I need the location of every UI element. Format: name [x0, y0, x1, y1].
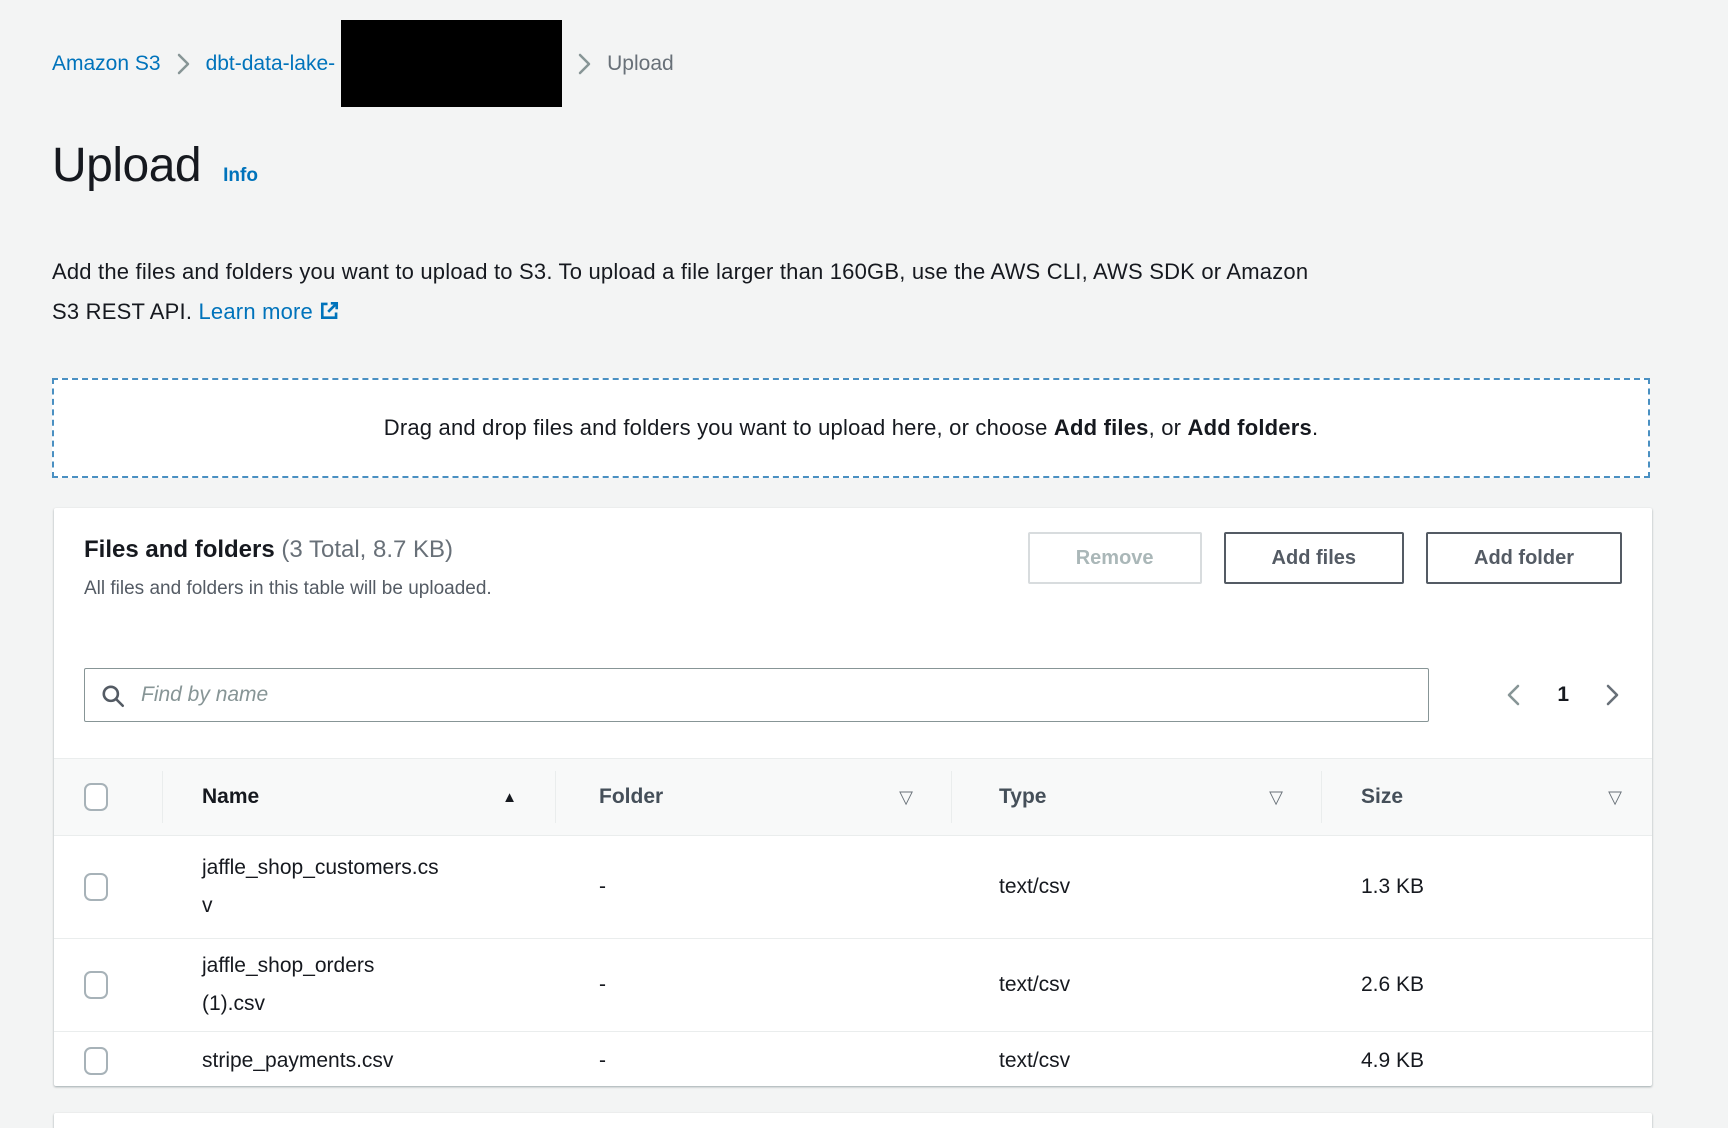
pagination-current-page[interactable]: 1	[1557, 683, 1569, 707]
column-header-type[interactable]: Type ▽	[951, 759, 1321, 835]
files-and-folders-panel: Files and folders (3 Total, 8.7 KB) All …	[54, 508, 1652, 1086]
learn-more-link[interactable]: Learn more	[198, 299, 340, 324]
external-link-icon	[319, 300, 340, 321]
next-panel-edge	[54, 1113, 1652, 1128]
column-header-name[interactable]: Name ▲	[162, 759, 555, 835]
panel-count: (3 Total, 8.7 KB)	[281, 536, 453, 563]
select-all-checkbox[interactable]	[84, 783, 108, 811]
sortable-icon: ▽	[1269, 787, 1283, 808]
file-name: jaffle_shop_orders (1).csv	[202, 947, 442, 1023]
panel-header: Files and folders (3 Total, 8.7 KB) All …	[54, 508, 1652, 600]
chevron-right-icon	[177, 53, 190, 75]
column-header-folder[interactable]: Folder ▽	[555, 759, 951, 835]
row-checkbox[interactable]	[84, 873, 108, 901]
pagination: 1	[1506, 668, 1620, 722]
learn-more-label: Learn more	[198, 299, 313, 324]
breadcrumb-bucket-link[interactable]: dbt-data-lake-	[206, 52, 336, 76]
file-folder: -	[555, 1049, 951, 1073]
row-checkbox[interactable]	[84, 1047, 108, 1075]
breadcrumb-amazon-s3-link[interactable]: Amazon S3	[52, 52, 161, 76]
info-link[interactable]: Info	[223, 165, 258, 187]
file-size: 1.3 KB	[1321, 875, 1652, 899]
breadcrumb: Amazon S3 dbt-data-lake- Upload	[52, 20, 674, 107]
search-input[interactable]	[84, 668, 1429, 722]
pagination-next-button[interactable]	[1605, 683, 1620, 707]
sortable-icon: ▽	[1608, 787, 1622, 808]
description-line1: Add the files and folders you want to up…	[52, 259, 1308, 284]
chevron-left-icon	[1506, 683, 1521, 707]
file-folder: -	[555, 973, 951, 997]
file-name: stripe_payments.csv	[202, 1042, 442, 1080]
remove-button[interactable]: Remove	[1028, 532, 1202, 584]
panel-toolbar: Remove Add files Add folder	[1028, 532, 1622, 584]
chevron-right-icon	[578, 53, 591, 75]
column-label: Name	[202, 785, 259, 809]
file-size: 4.9 KB	[1321, 1049, 1652, 1073]
file-type: text/csv	[951, 973, 1321, 997]
column-label: Folder	[599, 785, 663, 809]
page-title: Upload	[52, 138, 201, 193]
chevron-right-icon	[1605, 683, 1620, 707]
page-description: Add the files and folders you want to up…	[52, 252, 1308, 332]
pagination-prev-button[interactable]	[1506, 683, 1521, 707]
file-name: jaffle_shop_customers.csv	[202, 849, 442, 925]
select-all-cell	[54, 759, 162, 835]
file-type: text/csv	[951, 875, 1321, 899]
column-label: Size	[1361, 785, 1403, 809]
description-line2-prefix: S3 REST API.	[52, 299, 198, 324]
page-title-row: Upload Info	[52, 138, 258, 193]
sort-ascending-icon: ▲	[502, 789, 517, 806]
files-table: Name ▲ Folder ▽ Type ▽ Size ▽ jaffle_shop_cu…	[54, 758, 1652, 1090]
add-folder-button[interactable]: Add folder	[1426, 532, 1622, 584]
table-row: stripe_payments.csv - text/csv 4.9 KB	[54, 1031, 1652, 1090]
dropzone-text: Drag and drop files and folders you want…	[384, 415, 1319, 441]
table-row: jaffle_shop_customers.csv - text/csv 1.3…	[54, 836, 1652, 938]
breadcrumb-current: Upload	[607, 52, 674, 76]
add-files-button[interactable]: Add files	[1224, 532, 1404, 584]
drag-drop-zone[interactable]: Drag and drop files and folders you want…	[52, 378, 1650, 478]
file-type: text/csv	[951, 1049, 1321, 1073]
redacted-bucket-name	[341, 20, 562, 107]
sortable-icon: ▽	[899, 787, 913, 808]
column-label: Type	[999, 785, 1046, 809]
column-header-size[interactable]: Size ▽	[1321, 759, 1652, 835]
file-size: 2.6 KB	[1321, 973, 1652, 997]
table-row: jaffle_shop_orders (1).csv - text/csv 2.…	[54, 938, 1652, 1031]
row-checkbox[interactable]	[84, 971, 108, 999]
search-row: 1	[84, 668, 1622, 722]
file-folder: -	[555, 875, 951, 899]
s3-upload-page: Amazon S3 dbt-data-lake- Upload Upload I…	[0, 0, 1728, 1128]
table-header-row: Name ▲ Folder ▽ Type ▽ Size ▽	[54, 758, 1652, 836]
